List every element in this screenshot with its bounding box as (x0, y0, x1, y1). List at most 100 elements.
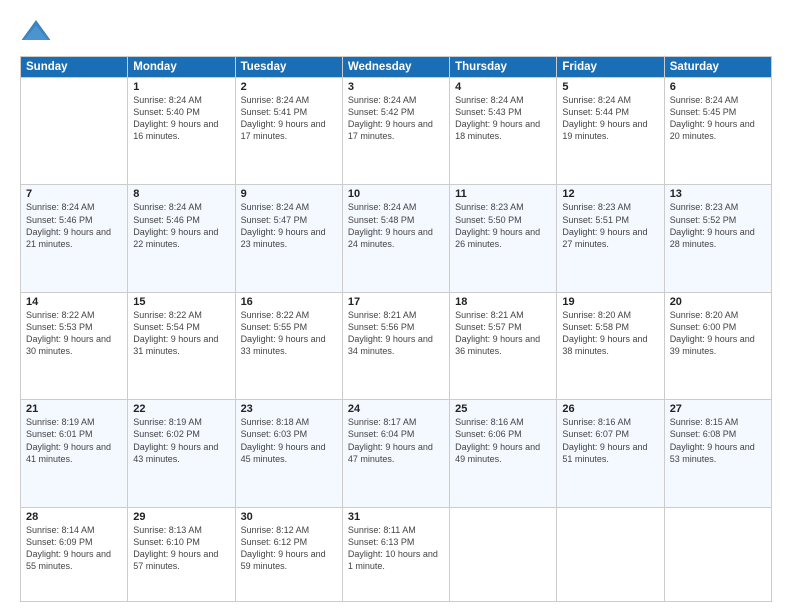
calendar-cell: 21Sunrise: 8:19 AMSunset: 6:01 PMDayligh… (21, 400, 128, 507)
day-info: Sunrise: 8:22 AMSunset: 5:54 PMDaylight:… (133, 309, 229, 358)
week-row-1: 1Sunrise: 8:24 AMSunset: 5:40 PMDaylight… (21, 78, 772, 185)
calendar-cell: 1Sunrise: 8:24 AMSunset: 5:40 PMDaylight… (128, 78, 235, 185)
calendar-cell: 24Sunrise: 8:17 AMSunset: 6:04 PMDayligh… (342, 400, 449, 507)
calendar-cell: 28Sunrise: 8:14 AMSunset: 6:09 PMDayligh… (21, 507, 128, 601)
week-row-2: 7Sunrise: 8:24 AMSunset: 5:46 PMDaylight… (21, 185, 772, 292)
calendar-cell: 27Sunrise: 8:15 AMSunset: 6:08 PMDayligh… (664, 400, 771, 507)
day-number: 5 (562, 81, 658, 93)
day-info: Sunrise: 8:13 AMSunset: 6:10 PMDaylight:… (133, 524, 229, 573)
day-info: Sunrise: 8:16 AMSunset: 6:06 PMDaylight:… (455, 416, 551, 465)
weekday-header-wednesday: Wednesday (342, 57, 449, 78)
calendar-cell: 7Sunrise: 8:24 AMSunset: 5:46 PMDaylight… (21, 185, 128, 292)
day-info: Sunrise: 8:18 AMSunset: 6:03 PMDaylight:… (241, 416, 337, 465)
logo-icon (20, 16, 52, 48)
day-number: 22 (133, 403, 229, 415)
day-info: Sunrise: 8:23 AMSunset: 5:50 PMDaylight:… (455, 201, 551, 250)
weekday-header-tuesday: Tuesday (235, 57, 342, 78)
day-info: Sunrise: 8:23 AMSunset: 5:51 PMDaylight:… (562, 201, 658, 250)
calendar-cell: 20Sunrise: 8:20 AMSunset: 6:00 PMDayligh… (664, 292, 771, 399)
day-info: Sunrise: 8:24 AMSunset: 5:47 PMDaylight:… (241, 201, 337, 250)
calendar-cell: 8Sunrise: 8:24 AMSunset: 5:46 PMDaylight… (128, 185, 235, 292)
day-info: Sunrise: 8:24 AMSunset: 5:42 PMDaylight:… (348, 94, 444, 143)
day-number: 27 (670, 403, 766, 415)
day-number: 28 (26, 511, 122, 523)
calendar-cell (664, 507, 771, 601)
day-info: Sunrise: 8:16 AMSunset: 6:07 PMDaylight:… (562, 416, 658, 465)
logo (20, 16, 56, 48)
week-row-5: 28Sunrise: 8:14 AMSunset: 6:09 PMDayligh… (21, 507, 772, 601)
day-number: 19 (562, 296, 658, 308)
day-number: 14 (26, 296, 122, 308)
day-info: Sunrise: 8:23 AMSunset: 5:52 PMDaylight:… (670, 201, 766, 250)
calendar-cell: 14Sunrise: 8:22 AMSunset: 5:53 PMDayligh… (21, 292, 128, 399)
day-info: Sunrise: 8:22 AMSunset: 5:55 PMDaylight:… (241, 309, 337, 358)
day-number: 12 (562, 188, 658, 200)
calendar-cell: 26Sunrise: 8:16 AMSunset: 6:07 PMDayligh… (557, 400, 664, 507)
weekday-header-sunday: Sunday (21, 57, 128, 78)
calendar-cell: 19Sunrise: 8:20 AMSunset: 5:58 PMDayligh… (557, 292, 664, 399)
calendar-cell: 9Sunrise: 8:24 AMSunset: 5:47 PMDaylight… (235, 185, 342, 292)
weekday-header-row: SundayMondayTuesdayWednesdayThursdayFrid… (21, 57, 772, 78)
calendar-cell: 3Sunrise: 8:24 AMSunset: 5:42 PMDaylight… (342, 78, 449, 185)
day-info: Sunrise: 8:24 AMSunset: 5:46 PMDaylight:… (26, 201, 122, 250)
day-info: Sunrise: 8:12 AMSunset: 6:12 PMDaylight:… (241, 524, 337, 573)
calendar-cell: 17Sunrise: 8:21 AMSunset: 5:56 PMDayligh… (342, 292, 449, 399)
calendar-cell: 2Sunrise: 8:24 AMSunset: 5:41 PMDaylight… (235, 78, 342, 185)
day-info: Sunrise: 8:20 AMSunset: 5:58 PMDaylight:… (562, 309, 658, 358)
day-number: 26 (562, 403, 658, 415)
calendar-cell (450, 507, 557, 601)
calendar-cell: 22Sunrise: 8:19 AMSunset: 6:02 PMDayligh… (128, 400, 235, 507)
calendar-cell: 5Sunrise: 8:24 AMSunset: 5:44 PMDaylight… (557, 78, 664, 185)
day-info: Sunrise: 8:24 AMSunset: 5:46 PMDaylight:… (133, 201, 229, 250)
day-number: 2 (241, 81, 337, 93)
day-info: Sunrise: 8:11 AMSunset: 6:13 PMDaylight:… (348, 524, 444, 573)
day-number: 17 (348, 296, 444, 308)
weekday-header-monday: Monday (128, 57, 235, 78)
day-number: 7 (26, 188, 122, 200)
day-info: Sunrise: 8:17 AMSunset: 6:04 PMDaylight:… (348, 416, 444, 465)
day-number: 31 (348, 511, 444, 523)
calendar-cell: 15Sunrise: 8:22 AMSunset: 5:54 PMDayligh… (128, 292, 235, 399)
weekday-header-friday: Friday (557, 57, 664, 78)
day-number: 8 (133, 188, 229, 200)
day-info: Sunrise: 8:24 AMSunset: 5:44 PMDaylight:… (562, 94, 658, 143)
day-number: 11 (455, 188, 551, 200)
day-info: Sunrise: 8:19 AMSunset: 6:02 PMDaylight:… (133, 416, 229, 465)
calendar-cell: 31Sunrise: 8:11 AMSunset: 6:13 PMDayligh… (342, 507, 449, 601)
day-info: Sunrise: 8:20 AMSunset: 6:00 PMDaylight:… (670, 309, 766, 358)
day-number: 21 (26, 403, 122, 415)
day-number: 1 (133, 81, 229, 93)
day-number: 20 (670, 296, 766, 308)
calendar-cell: 12Sunrise: 8:23 AMSunset: 5:51 PMDayligh… (557, 185, 664, 292)
day-number: 10 (348, 188, 444, 200)
day-number: 4 (455, 81, 551, 93)
calendar-cell: 25Sunrise: 8:16 AMSunset: 6:06 PMDayligh… (450, 400, 557, 507)
weekday-header-thursday: Thursday (450, 57, 557, 78)
week-row-3: 14Sunrise: 8:22 AMSunset: 5:53 PMDayligh… (21, 292, 772, 399)
calendar-cell: 11Sunrise: 8:23 AMSunset: 5:50 PMDayligh… (450, 185, 557, 292)
day-number: 29 (133, 511, 229, 523)
day-number: 9 (241, 188, 337, 200)
day-info: Sunrise: 8:19 AMSunset: 6:01 PMDaylight:… (26, 416, 122, 465)
calendar-cell: 10Sunrise: 8:24 AMSunset: 5:48 PMDayligh… (342, 185, 449, 292)
day-number: 3 (348, 81, 444, 93)
calendar-cell: 18Sunrise: 8:21 AMSunset: 5:57 PMDayligh… (450, 292, 557, 399)
calendar-cell: 13Sunrise: 8:23 AMSunset: 5:52 PMDayligh… (664, 185, 771, 292)
page: SundayMondayTuesdayWednesdayThursdayFrid… (0, 0, 792, 612)
day-info: Sunrise: 8:21 AMSunset: 5:56 PMDaylight:… (348, 309, 444, 358)
day-info: Sunrise: 8:24 AMSunset: 5:40 PMDaylight:… (133, 94, 229, 143)
calendar-cell (557, 507, 664, 601)
day-info: Sunrise: 8:24 AMSunset: 5:45 PMDaylight:… (670, 94, 766, 143)
calendar-table: SundayMondayTuesdayWednesdayThursdayFrid… (20, 56, 772, 602)
header (20, 16, 772, 48)
day-info: Sunrise: 8:24 AMSunset: 5:41 PMDaylight:… (241, 94, 337, 143)
day-number: 30 (241, 511, 337, 523)
day-info: Sunrise: 8:21 AMSunset: 5:57 PMDaylight:… (455, 309, 551, 358)
day-number: 13 (670, 188, 766, 200)
day-number: 6 (670, 81, 766, 93)
calendar-cell: 29Sunrise: 8:13 AMSunset: 6:10 PMDayligh… (128, 507, 235, 601)
calendar-cell: 6Sunrise: 8:24 AMSunset: 5:45 PMDaylight… (664, 78, 771, 185)
day-number: 25 (455, 403, 551, 415)
day-number: 24 (348, 403, 444, 415)
day-info: Sunrise: 8:24 AMSunset: 5:48 PMDaylight:… (348, 201, 444, 250)
